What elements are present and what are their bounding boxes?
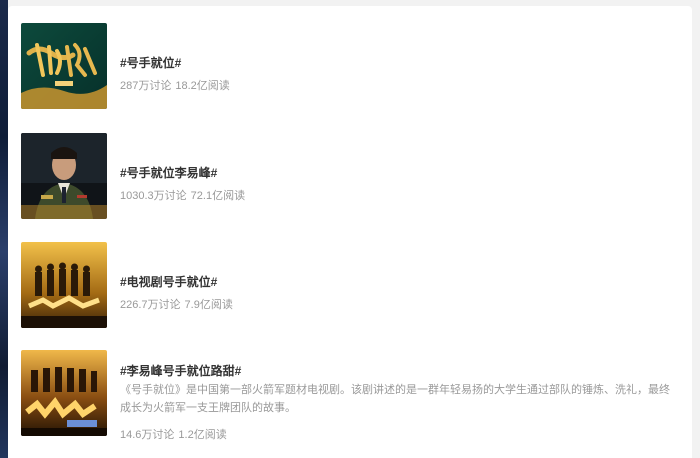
topic-item[interactable]: #号手就位李易峰# 1030.3万讨论 72.1亿阅读 xyxy=(21,133,681,223)
topic-title[interactable]: #号手就位# xyxy=(120,54,181,71)
discussion-count: 1030.3万讨论 xyxy=(120,190,187,202)
topic-title[interactable]: #电视剧号手就位# xyxy=(120,273,217,290)
discussion-count: 226.7万讨论 xyxy=(120,299,181,311)
read-count: 7.9亿阅读 xyxy=(184,299,233,311)
read-count: 72.1亿阅读 xyxy=(190,190,246,202)
poster-calligraphy-icon[interactable] xyxy=(21,23,107,109)
read-count: 18.2亿阅读 xyxy=(175,80,230,92)
topic-stats: 226.7万讨论 7.9亿阅读 xyxy=(120,296,233,312)
read-count: 1.2亿阅读 xyxy=(178,429,227,441)
discussion-count: 14.6万讨论 xyxy=(120,429,175,441)
poster-troop-title-icon[interactable] xyxy=(21,350,107,436)
topic-stats: 287万讨论 18.2亿阅读 xyxy=(120,77,230,93)
topic-title[interactable]: #号手就位李易峰# xyxy=(120,164,217,181)
topic-item[interactable]: #号手就位# 287万讨论 18.2亿阅读 xyxy=(21,23,681,113)
poster-troop-lineup-icon[interactable] xyxy=(21,242,107,328)
discussion-count: 287万讨论 xyxy=(120,80,172,92)
topic-stats: 1030.3万讨论 72.1亿阅读 xyxy=(120,187,245,203)
topic-title[interactable]: #李易峰号手就位路甜# xyxy=(120,362,241,379)
topic-item[interactable]: #李易峰号手就位路甜# 《号手就位》是中国第一部火箭军题材电视剧。该剧讲述的是一… xyxy=(21,350,681,450)
poster-soldier-portrait-icon[interactable] xyxy=(21,133,107,219)
topic-description: 《号手就位》是中国第一部火箭军题材电视剧。该剧讲述的是一群年轻易扬的大学生通过部… xyxy=(120,384,670,414)
background-edge xyxy=(0,0,8,458)
topic-list-panel: #号手就位# 287万讨论 18.2亿阅读 #号手就位李易峰# 1030.3万讨论… xyxy=(8,6,692,458)
topic-item[interactable]: #电视剧号手就位# 226.7万讨论 7.9亿阅读 xyxy=(21,242,681,332)
topic-stats: 14.6万讨论 1.2亿阅读 xyxy=(120,426,227,442)
